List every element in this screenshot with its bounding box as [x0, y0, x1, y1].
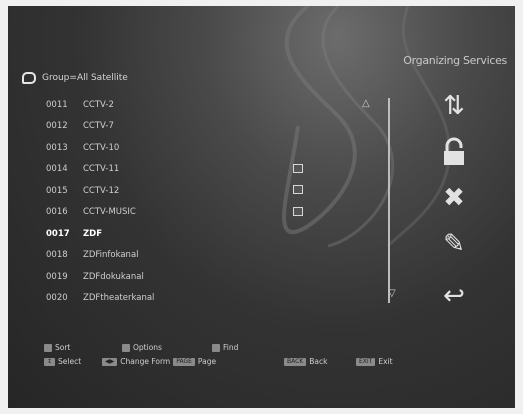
- channel-number: 0012: [46, 121, 68, 132]
- page-key-icon: PAGE: [173, 357, 195, 366]
- channel-number: 0019: [46, 271, 68, 282]
- legend-find: Find: [212, 343, 238, 352]
- channel-row[interactable]: 0012 CCTV-7: [46, 116, 386, 138]
- legend-options: Options: [122, 343, 162, 352]
- channel-number: 0011: [46, 99, 68, 110]
- channel-name: CCTV-7: [83, 121, 114, 132]
- channel-name: CCTV-MUSIC: [83, 207, 136, 218]
- green-key-icon: [122, 343, 130, 352]
- red-key-icon: [44, 343, 52, 352]
- channel-number: 0015: [46, 185, 68, 196]
- channel-number: 0018: [46, 250, 68, 261]
- scroll-down-icon[interactable]: ▽: [388, 288, 396, 299]
- channel-row[interactable]: 0018 ZDFinfokanal: [46, 245, 386, 267]
- channel-name: CCTV-12: [83, 185, 120, 196]
- legend-change-form: ◀▶ Change Form PAGE Page: [102, 357, 216, 366]
- channel-number: 0017: [46, 228, 70, 239]
- channel-number: 0013: [46, 142, 68, 153]
- channel-row[interactable]: 0020 ZDFtheaterkanal: [46, 288, 386, 310]
- channel-name: CCTV-11: [83, 164, 120, 175]
- key-legend: Sort Options Find ↕ Select ◀▶ Change For…: [44, 343, 504, 393]
- lock-icon: [293, 206, 303, 216]
- channel-row[interactable]: 0011 CCTV-2: [46, 94, 386, 116]
- photo-frame: Organizing Services Group=All Satellite …: [0, 0, 523, 414]
- legend-sort: Sort: [44, 343, 70, 352]
- legend-select: ↕ Select: [44, 357, 81, 366]
- group-label: Group=All Satellite: [42, 73, 128, 83]
- channel-number: 0020: [46, 293, 68, 304]
- tv-screen: Organizing Services Group=All Satellite …: [8, 6, 515, 408]
- channel-name: ZDFinfokanal: [83, 250, 139, 261]
- find-key-icon: [212, 343, 220, 352]
- channel-name: ZDF: [83, 228, 103, 239]
- return-icon[interactable]: ↩: [436, 278, 472, 314]
- back-key-icon: BACK: [284, 357, 307, 366]
- lock-icon: [293, 185, 303, 194]
- delete-icon[interactable]: ✖: [436, 180, 472, 216]
- channel-row[interactable]: 0013 CCTV-10: [46, 137, 386, 159]
- exit-key-icon: EXIT: [356, 357, 376, 366]
- channel-name: ZDFdokukanal: [83, 271, 144, 282]
- channel-name: CCTV-2: [83, 99, 114, 110]
- page-title: Organizing Services: [403, 54, 507, 67]
- channel-row[interactable]: 0014 CCTV-11: [46, 159, 386, 181]
- lock-icon[interactable]: [436, 134, 472, 170]
- channel-name: CCTV-10: [83, 142, 120, 153]
- channel-row[interactable]: 0015 CCTV-12: [46, 180, 386, 202]
- edit-icon[interactable]: ✎: [436, 226, 472, 262]
- channel-row[interactable]: 0016 CCTV-MUSIC: [46, 202, 386, 224]
- channel-number: 0016: [46, 207, 68, 218]
- channel-number: 0014: [46, 164, 68, 175]
- legend-exit: EXIT Exit: [356, 357, 393, 366]
- channel-row[interactable]: 0019 ZDFdokukanal: [46, 266, 386, 288]
- legend-back: BACK Back: [284, 357, 327, 366]
- leftright-key-icon: ◀▶: [102, 357, 118, 366]
- group-selector[interactable]: Group=All Satellite: [22, 72, 128, 84]
- channel-list: 0011 CCTV-2 0012 CCTV-7 0013 CCTV-10 0014 CCTV-…: [46, 94, 386, 309]
- tv-icon: [22, 72, 36, 84]
- scrollbar[interactable]: [388, 98, 390, 303]
- channel-row[interactable]: 0017 ZDF: [46, 223, 386, 245]
- move-icon[interactable]: ⇅: [436, 88, 472, 124]
- updown-key-icon: ↕: [44, 357, 56, 366]
- scroll-up-icon[interactable]: △: [362, 98, 370, 109]
- channel-name: ZDFtheaterkanal: [83, 293, 155, 304]
- lock-icon: [293, 163, 303, 173]
